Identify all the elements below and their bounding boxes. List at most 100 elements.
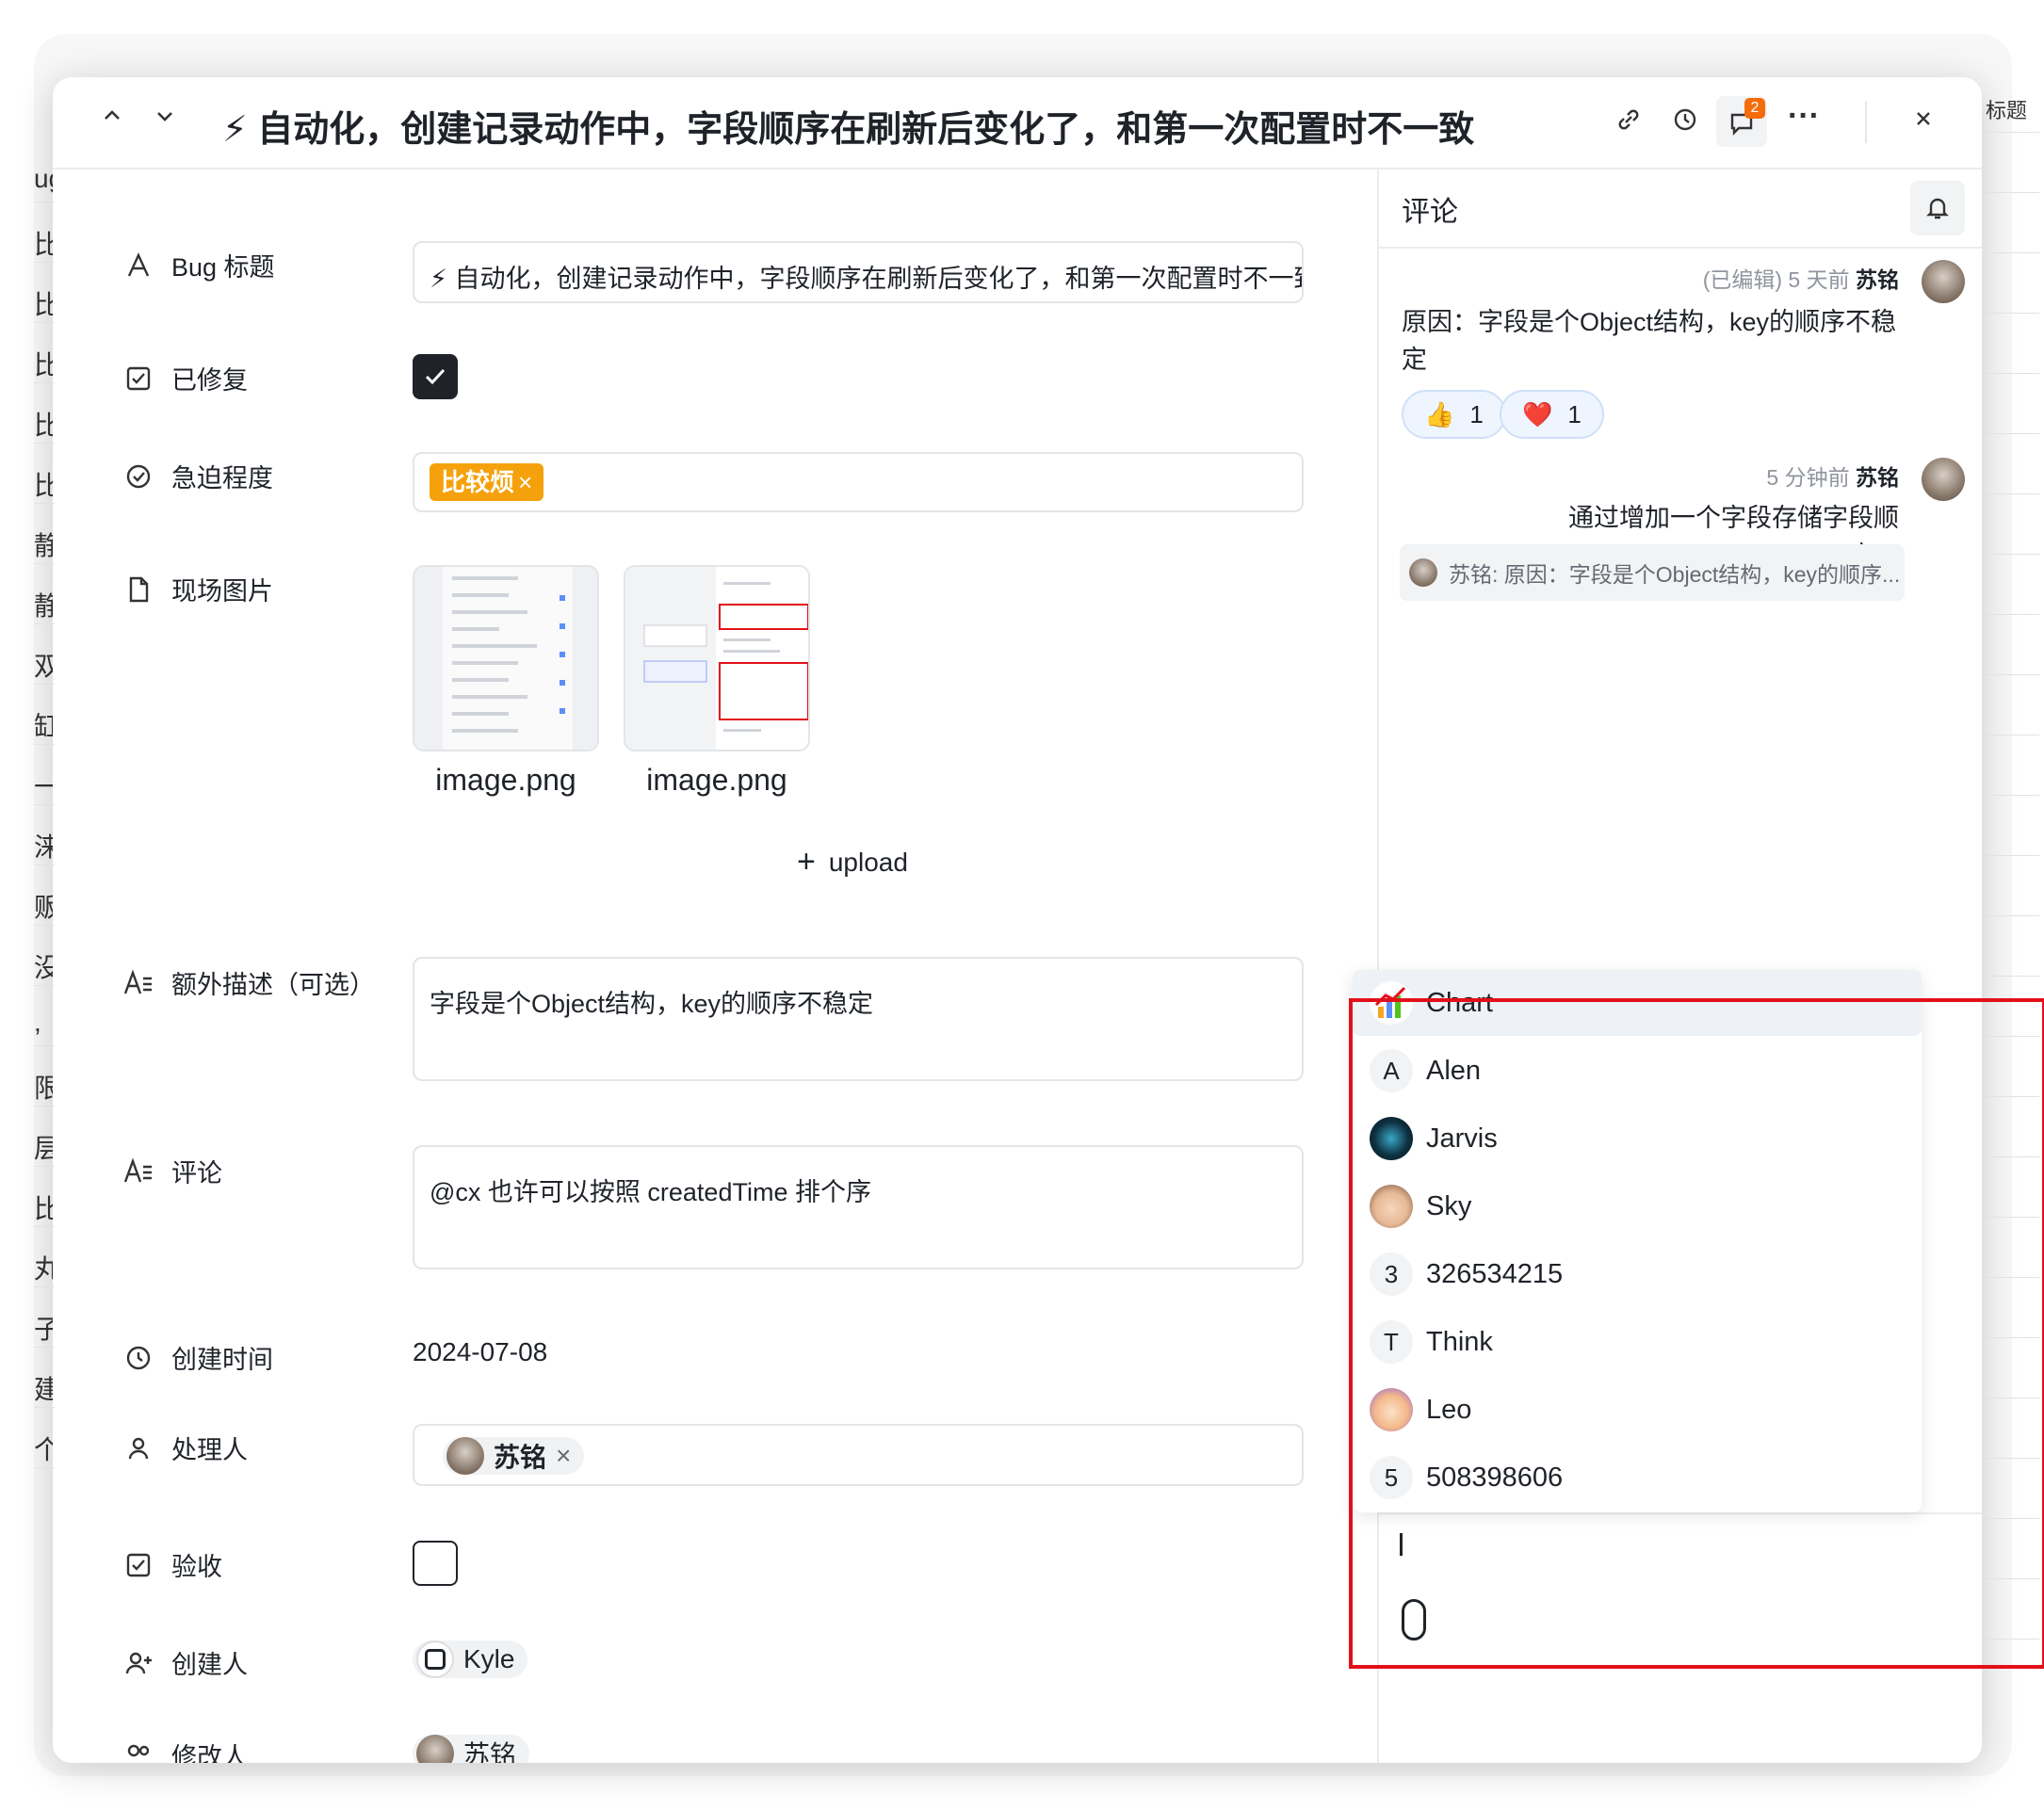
more-icon[interactable]: ··· [1788,98,1820,135]
comment-meta: 5 分钟前 苏铭 [1766,465,1899,490]
history-icon[interactable] [1671,105,1699,141]
extra-desc-textarea[interactable]: 字段是个Object结构，key的顺序不稳定 [413,957,1304,1081]
tag-remove-icon[interactable]: × [518,468,532,496]
image-filename-2[interactable]: image.png [624,763,810,798]
screenshot-preview-icon [625,567,808,750]
quoted-comment[interactable]: 苏铭: 原因：字段是个Object结构，key的顺序... [1400,544,1905,601]
background-cell-fragment: 涞 [34,832,55,862]
field-label-extra-desc: 额外描述（可选） [122,964,375,1001]
background-cell-fragment: 比, [34,290,55,319]
chevron-up-icon[interactable] [100,104,124,136]
background-row-line [34,1467,55,1468]
background-cell-fragment: 比 [34,230,55,259]
assignee-select[interactable]: 苏铭 × [413,1424,1304,1486]
background-row-line [34,563,55,564]
background-cell-fragment: 静 [34,531,55,560]
background-row-line [1983,493,2039,494]
background-row-line [1983,1518,2039,1519]
background-row-line [1983,1458,2039,1459]
remove-icon[interactable]: × [556,1441,571,1471]
field-label-comment: 评论 [122,1153,222,1189]
comment-textarea[interactable]: @cx 也许可以按照 createdTime 排个序 [413,1145,1304,1269]
background-row-line [1983,1036,2039,1037]
background-row-line [34,684,55,685]
background-row-line [34,1407,55,1408]
clock-icon [122,1342,154,1374]
background-row-line [34,623,55,624]
user-icon [122,1432,154,1464]
long-text-icon [122,967,154,999]
background-cell-fragment: 建 [34,1375,55,1404]
long-text-icon [122,1155,154,1188]
background-row-line [1983,614,2039,615]
background-row-line [1983,674,2039,675]
link-icon[interactable] [1614,105,1643,141]
background-cell-fragment: 贩 [34,893,55,922]
header-divider [1865,102,1867,143]
comment-meta: (已编辑) 5 天前 苏铭 [1702,267,1899,292]
accepted-checkbox[interactable] [413,1541,458,1586]
background-row-line [1983,192,2039,193]
reaction-thumbs-up[interactable]: 👍 1 [1402,390,1506,439]
image-thumbnail-1[interactable] [413,565,599,751]
reaction-heart[interactable]: ❤️ 1 [1500,390,1604,439]
background-row-line [1983,1217,2039,1218]
background-row-line [34,322,55,323]
background-row-line [1983,373,2039,374]
plus-icon: + [797,844,816,880]
comments-header: 评论 [1379,168,1982,249]
background-row-line [34,382,55,383]
field-label-created-time: 创建时间 [122,1339,273,1376]
field-label-accepted: 验收 [122,1546,222,1583]
avatar [1922,458,1965,501]
bell-icon [1926,198,1949,219]
highlight-annotation-box [1349,998,2044,1669]
background-row-line [34,925,55,926]
notification-button[interactable] [1910,181,1965,235]
field-label-assignee: 处理人 [122,1430,248,1466]
avatar [1922,260,1965,303]
chevron-down-icon[interactable] [153,104,177,136]
background-row-line [34,1045,55,1046]
background-right-header: 标题 [1986,99,2028,122]
mention-input-caret [1402,1599,1426,1640]
modal-header: ⚡ 自动化，创建记录动作中，字段顺序在刷新后变化了，和第一次配置时不一致 2 ·… [53,77,1982,170]
checkmark-icon [425,368,446,385]
fixed-checkbox[interactable] [413,354,458,399]
user-add-icon [122,1647,154,1679]
background-row-line [1983,252,2039,253]
field-label-bug-title: Bug 标题 [122,247,275,283]
comments-title: 评论 [1402,197,1458,228]
image-filename-1[interactable]: image.png [413,763,599,798]
background-row-line [1983,1578,2039,1579]
image-thumbnail-2[interactable] [624,565,810,751]
background-cell-fragment: 个 [34,1435,55,1464]
background-row-line [34,503,55,504]
background-row-line [1983,132,2039,133]
background-row-line [1983,1277,2039,1278]
background-row-line [1983,1639,2039,1640]
avatar [446,1437,484,1475]
upload-button[interactable]: + upload [797,844,908,881]
creator-pill: Kyle [413,1640,528,1678]
background-row-line [34,1286,55,1287]
background-cell-fragment: 丸 [34,1254,55,1284]
close-icon[interactable] [1910,105,1937,139]
urgency-select[interactable]: 比较烦 × [413,452,1304,512]
brand-logo-icon [425,1649,446,1670]
background-row-line [1983,976,2039,977]
page-title: ⚡ 自动化，创建记录动作中，字段顺序在刷新后变化了，和第一次配置时不一致 [222,110,1475,150]
background-cell-fragment: 一 [34,772,55,801]
field-label-creator: 创建人 [122,1644,248,1681]
comment-toggle-button[interactable]: 2 [1716,96,1767,147]
checkbox-field-icon [122,1549,154,1581]
comment-count-badge: 2 [1744,98,1765,119]
field-label-fixed: 已修复 [122,360,248,396]
background-cell-fragment: 没 [34,953,55,982]
modifier-pill: 苏铭 [413,1735,530,1763]
checkbox-field-icon [122,363,154,395]
bug-title-input[interactable]: ⚡ 自动化，创建记录动作中，字段顺序在刷新后变化了，和第一次配置时不一致 [413,241,1304,303]
background-cell-fragment: 限 [34,1074,55,1103]
background-row-line [1983,915,2039,916]
background-row-line [34,1106,55,1107]
